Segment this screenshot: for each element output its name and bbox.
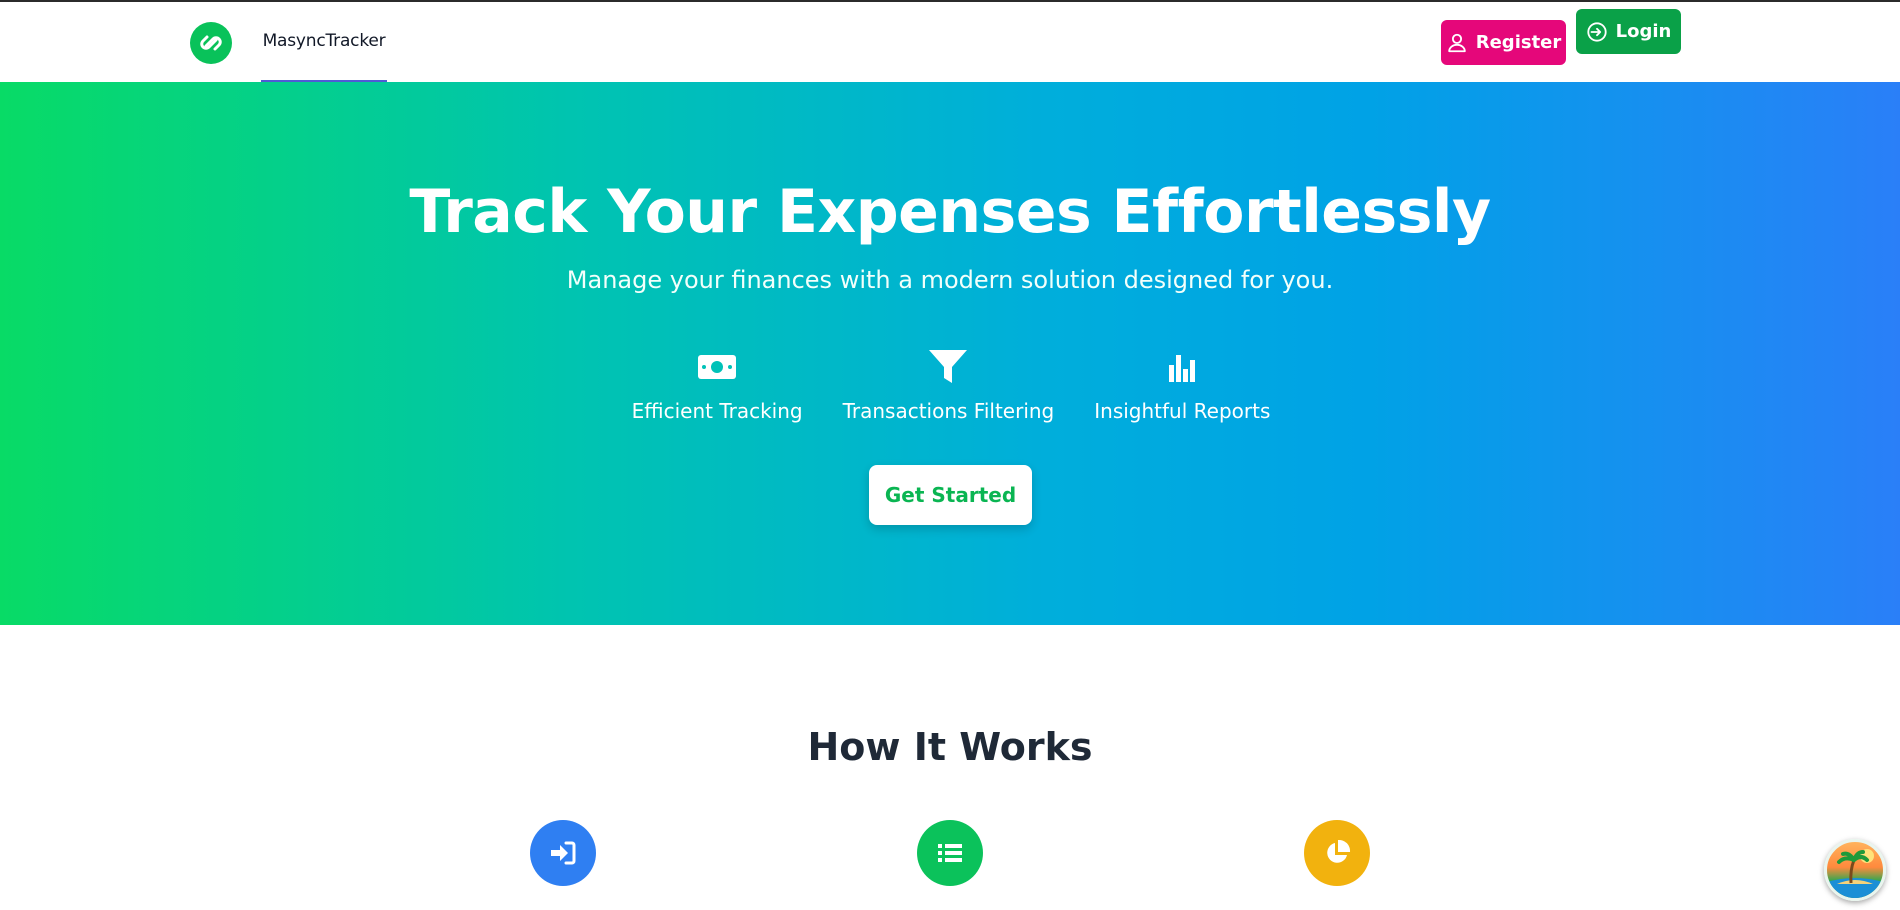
bar-chart-icon	[1168, 347, 1196, 387]
brand-logo-icon[interactable]	[190, 22, 232, 64]
hero-subtitle: Manage your finances with a modern solut…	[566, 266, 1334, 294]
pie-chart-icon	[1327, 839, 1351, 863]
feature-item-tracking: Efficient Tracking	[632, 347, 803, 423]
login-label: Login	[1615, 21, 1672, 42]
how-it-works-title: How It Works	[807, 725, 1093, 769]
floating-avatar-button[interactable]	[1824, 839, 1886, 901]
get-started-button[interactable]: Get Started	[869, 465, 1032, 525]
sign-in-icon	[551, 841, 576, 865]
feature-label: Efficient Tracking	[631, 399, 803, 423]
feature-label: Transactions Filtering	[842, 399, 1055, 423]
step-report	[1304, 820, 1370, 886]
hero-section: Track Your Expenses Effortlessly Manage …	[0, 82, 1900, 625]
list-icon	[938, 844, 962, 862]
feature-item-filtering: Transactions Filtering	[842, 347, 1055, 423]
feature-item-reports: Insightful Reports	[1094, 347, 1270, 423]
feature-list: Efficient Tracking Transactions Filterin…	[0, 347, 1900, 423]
step-list	[917, 820, 983, 886]
brand-name-link[interactable]: MasyncTracker	[261, 2, 387, 82]
register-label: Register	[1475, 32, 1562, 53]
filter-funnel-icon	[928, 347, 968, 387]
hero-title: Track Your Expenses Effortlessly	[409, 177, 1491, 247]
step-sign-in	[530, 820, 596, 886]
site-header: MasyncTracker Register Login	[0, 2, 1900, 82]
money-bill-icon	[697, 347, 737, 387]
login-button[interactable]: Login	[1576, 9, 1681, 54]
user-icon	[1448, 33, 1466, 52]
feature-label: Insightful Reports	[1094, 399, 1271, 423]
palm-island-icon	[1827, 849, 1883, 898]
login-arrow-icon	[1587, 21, 1607, 42]
register-button[interactable]: Register	[1441, 20, 1566, 65]
